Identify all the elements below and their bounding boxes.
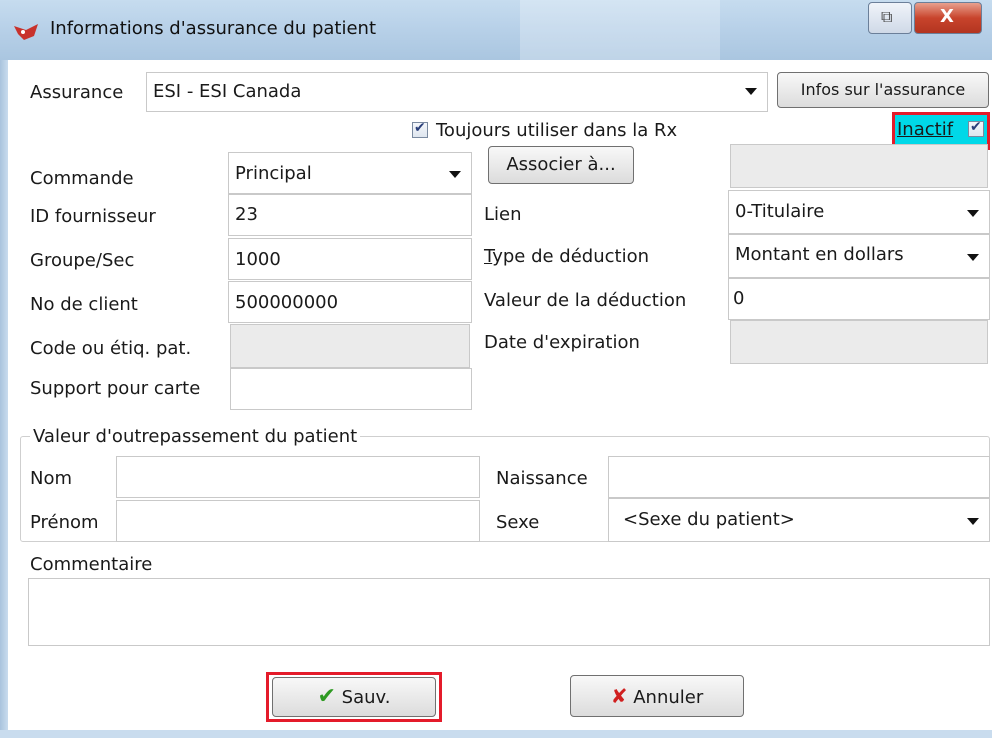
code-label: Code ou étiq. pat. bbox=[30, 338, 192, 359]
cancel-button[interactable]: ✘ Annuler bbox=[570, 675, 744, 717]
firstname-label: Prénom bbox=[30, 512, 99, 533]
insurance-info-button[interactable]: Infos sur l'assurance bbox=[777, 72, 989, 108]
chevron-down-icon bbox=[967, 210, 979, 217]
name-label: Nom bbox=[30, 468, 73, 489]
restore-icon: ⧉ bbox=[881, 7, 893, 26]
chevron-down-icon bbox=[745, 88, 757, 95]
checkmark-icon: ✔ bbox=[317, 684, 336, 709]
deduction-value-value: 0 bbox=[733, 288, 745, 309]
chevron-down-icon bbox=[449, 171, 461, 178]
insurance-select[interactable]: ESI - ESI Canada bbox=[146, 72, 768, 112]
provider-id-value: 23 bbox=[235, 204, 258, 225]
group-field[interactable]: 1000 bbox=[228, 238, 472, 280]
link-select[interactable]: 0-Titulaire bbox=[728, 190, 990, 234]
window-bottom-border bbox=[0, 730, 992, 738]
link-label: Lien bbox=[484, 204, 522, 225]
order-select[interactable]: Principal bbox=[228, 152, 472, 194]
associate-display bbox=[730, 144, 988, 188]
order-value: Principal bbox=[235, 163, 312, 184]
always-use-label: Toujours utiliser dans la Rx bbox=[436, 120, 678, 141]
save-button[interactable]: ✔ Sauv. bbox=[272, 677, 436, 717]
save-label: Sauv. bbox=[341, 687, 391, 708]
insurance-value: ESI - ESI Canada bbox=[153, 81, 302, 102]
card-label: Support pour carte bbox=[30, 378, 201, 399]
app-icon bbox=[12, 22, 42, 47]
deduction-type-select[interactable]: Montant en dollars bbox=[728, 234, 990, 278]
titlebar-glass bbox=[520, 0, 720, 60]
deduction-value-label: Valeur de la déduction bbox=[484, 290, 687, 311]
inactive-label: Inactif bbox=[897, 119, 954, 140]
order-label: Commande bbox=[30, 168, 134, 189]
deduction-type-value: Montant en dollars bbox=[735, 244, 904, 265]
sex-label: Sexe bbox=[496, 512, 540, 533]
deduction-value-field[interactable]: 0 bbox=[728, 278, 990, 320]
close-icon: X bbox=[940, 6, 954, 27]
override-legend: Valeur d'outrepassement du patient bbox=[30, 426, 361, 447]
x-icon: ✘ bbox=[610, 684, 628, 708]
window-left-border bbox=[0, 60, 8, 738]
chevron-down-icon bbox=[967, 518, 979, 525]
sex-value: <Sexe du patient> bbox=[623, 509, 795, 530]
restore-button[interactable]: ⧉ bbox=[868, 2, 912, 34]
expiry-label: Date d'expiration bbox=[484, 332, 640, 353]
provider-id-label: ID fournisseur bbox=[30, 206, 156, 227]
client-no-value: 500000000 bbox=[235, 292, 339, 313]
insurance-label: Assurance bbox=[30, 82, 124, 103]
code-field bbox=[230, 324, 470, 368]
comment-field[interactable] bbox=[28, 578, 990, 646]
birth-field[interactable] bbox=[608, 456, 990, 498]
cancel-label: Annuler bbox=[633, 687, 704, 708]
client-no-field[interactable]: 500000000 bbox=[228, 281, 472, 323]
deduction-type-mnemonic: T bbox=[484, 246, 493, 267]
associate-button[interactable]: Associer à... bbox=[488, 146, 634, 184]
client-no-label: No de client bbox=[30, 294, 138, 315]
link-value: 0-Titulaire bbox=[735, 201, 825, 222]
always-use-checkbox[interactable] bbox=[412, 120, 428, 138]
card-field[interactable] bbox=[230, 368, 472, 410]
deduction-type-label: Type de déduction bbox=[484, 246, 649, 267]
comment-label: Commentaire bbox=[30, 554, 153, 575]
name-field[interactable] bbox=[116, 456, 480, 498]
chevron-down-icon bbox=[967, 254, 979, 261]
firstname-field[interactable] bbox=[116, 500, 480, 542]
birth-label: Naissance bbox=[496, 468, 588, 489]
deduction-type-label-text: ype de déduction bbox=[492, 246, 650, 267]
inactive-checkbox[interactable] bbox=[968, 119, 984, 137]
sex-select[interactable]: <Sexe du patient> bbox=[608, 498, 990, 542]
window-title: Informations d'assurance du patient bbox=[50, 18, 377, 39]
expiry-field bbox=[730, 320, 988, 364]
group-value: 1000 bbox=[235, 249, 281, 270]
provider-id-field[interactable]: 23 bbox=[228, 194, 472, 236]
close-button[interactable]: X bbox=[914, 2, 982, 34]
group-label: Groupe/Sec bbox=[30, 250, 135, 271]
